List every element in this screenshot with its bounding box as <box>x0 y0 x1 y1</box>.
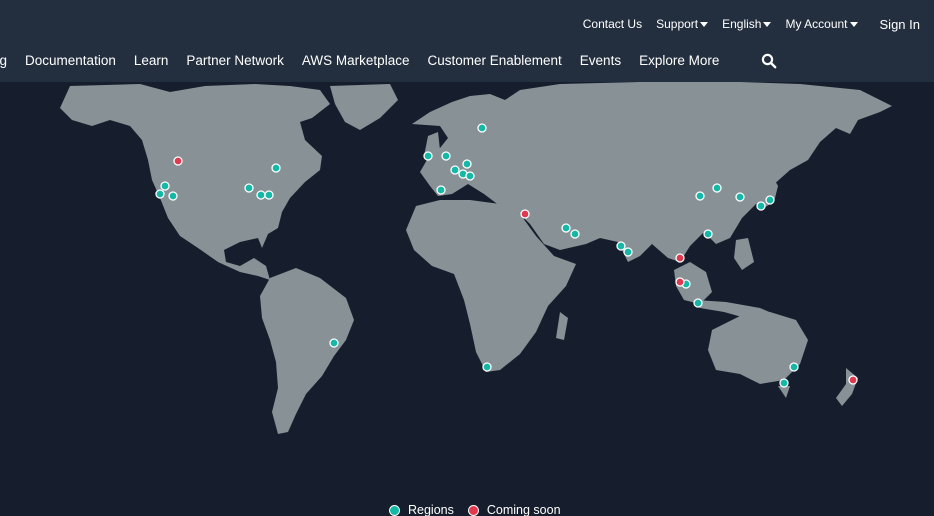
region-marker[interactable] <box>616 241 626 251</box>
region-dot-icon <box>389 504 400 516</box>
main-nav-items: ng Documentation Learn Partner Network A… <box>0 53 737 68</box>
nav-item-truncated[interactable]: ng <box>0 53 7 68</box>
region-marker[interactable] <box>329 338 339 348</box>
support-dropdown[interactable]: Support <box>656 16 709 31</box>
land-masses <box>60 82 892 434</box>
nav-item-aws-marketplace[interactable]: AWS Marketplace <box>302 53 410 68</box>
land-australia <box>708 312 808 384</box>
region-marker[interactable] <box>703 229 713 239</box>
utility-bar: Contact Us Support English My Account Si… <box>0 0 934 44</box>
nav-item-learn[interactable]: Learn <box>134 53 169 68</box>
region-marker[interactable] <box>155 189 165 199</box>
land-greenland <box>330 84 398 130</box>
contact-us-label: Contact Us <box>582 16 643 31</box>
sign-in-link[interactable]: Sign In <box>880 17 920 32</box>
search-icon[interactable] <box>761 53 777 69</box>
caret-down-icon <box>700 21 709 27</box>
legend-regions-label: Regions <box>408 503 454 516</box>
coming-soon-dot-icon <box>467 504 479 516</box>
land-north-america <box>60 84 330 280</box>
region-marker[interactable] <box>244 183 254 193</box>
coming-soon-marker[interactable] <box>675 253 685 263</box>
region-marker[interactable] <box>264 190 274 200</box>
region-marker[interactable] <box>695 191 705 201</box>
land-new-zealand <box>836 368 858 406</box>
nav-item-documentation[interactable]: Documentation <box>25 53 116 68</box>
support-label: Support <box>656 16 699 31</box>
nav-item-explore-more[interactable]: Explore More <box>639 53 719 68</box>
region-marker[interactable] <box>168 191 178 201</box>
language-dropdown[interactable]: English <box>722 16 772 31</box>
map-legend: Regions Coming soon <box>389 503 575 516</box>
caret-down-icon <box>849 21 858 27</box>
region-marker[interactable] <box>779 378 789 388</box>
coming-soon-marker[interactable] <box>520 209 530 219</box>
region-marker[interactable] <box>693 298 703 308</box>
coming-soon-marker[interactable] <box>173 156 183 166</box>
contact-us-link[interactable]: Contact Us <box>583 17 642 31</box>
region-marker[interactable] <box>465 171 475 181</box>
legend-regions: Regions <box>389 503 454 516</box>
region-marker[interactable] <box>735 192 745 202</box>
region-marker[interactable] <box>423 151 433 161</box>
region-marker[interactable] <box>450 165 460 175</box>
caret-down-icon <box>763 21 772 27</box>
utility-links: Contact Us Support English My Account Si… <box>583 15 920 33</box>
land-philippines <box>734 238 754 270</box>
coming-soon-marker[interactable] <box>675 277 685 287</box>
aws-regions-page: Contact Us Support English My Account Si… <box>0 0 934 516</box>
region-marker[interactable] <box>623 247 633 257</box>
nav-item-customer-enablement[interactable]: Customer Enablement <box>427 53 561 68</box>
my-account-dropdown[interactable]: My Account <box>785 16 858 31</box>
region-marker[interactable] <box>561 223 571 233</box>
region-marker[interactable] <box>256 190 266 200</box>
legend-coming-soon-label: Coming soon <box>486 503 561 516</box>
nav-item-events[interactable]: Events <box>580 53 621 68</box>
region-marker[interactable] <box>570 229 580 239</box>
region-marker[interactable] <box>441 151 451 161</box>
main-nav: ng Documentation Learn Partner Network A… <box>0 44 934 82</box>
region-marker[interactable] <box>271 163 281 173</box>
region-marker[interactable] <box>482 362 492 372</box>
region-marker[interactable] <box>765 195 775 205</box>
legend-coming-soon: Coming soon <box>467 503 561 516</box>
land-south-america <box>260 268 354 434</box>
world-map <box>0 82 934 516</box>
region-marker[interactable] <box>712 183 722 193</box>
land-madagascar <box>556 312 568 340</box>
sign-in-label: Sign In <box>879 17 920 32</box>
land-tasmania <box>778 386 790 398</box>
nav-item-partner-network[interactable]: Partner Network <box>186 53 284 68</box>
language-label: English <box>722 16 762 31</box>
coming-soon-marker[interactable] <box>848 375 858 385</box>
region-marker[interactable] <box>477 123 487 133</box>
region-marker[interactable] <box>436 185 446 195</box>
region-marker[interactable] <box>789 362 799 372</box>
my-account-label: My Account <box>785 16 848 31</box>
region-marker[interactable] <box>756 201 766 211</box>
region-marker[interactable] <box>160 181 170 191</box>
region-marker[interactable] <box>462 159 472 169</box>
